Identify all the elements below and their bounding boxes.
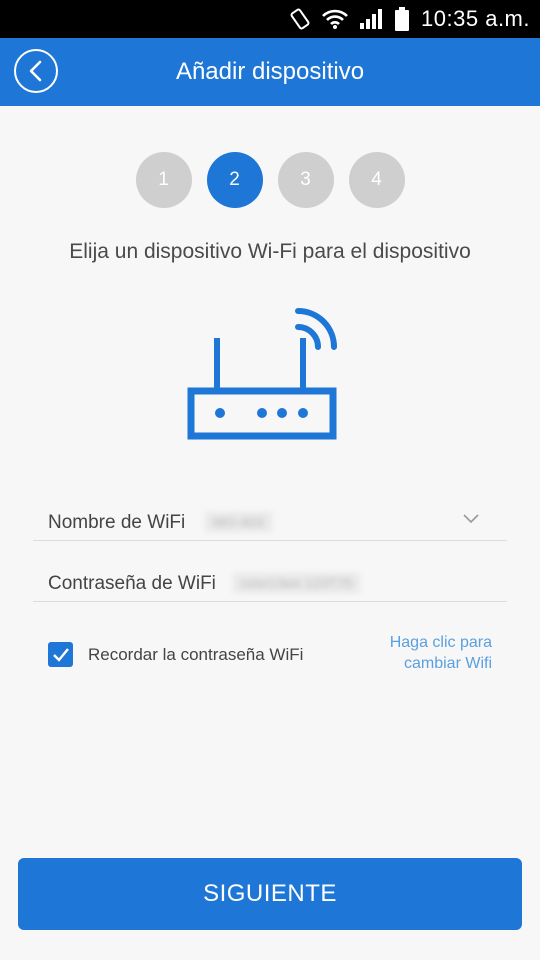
wifi-name-label: Nombre de WiFi bbox=[48, 512, 186, 533]
remember-password-label: Recordar la contraseña WiFi bbox=[88, 645, 304, 664]
status-time: 10:35 a.m. bbox=[421, 6, 530, 31]
status-icons: 10:35 a.m. bbox=[289, 0, 530, 38]
battery-icon bbox=[395, 7, 410, 31]
chevron-down-icon[interactable] bbox=[463, 514, 479, 524]
status-bar: 10:35 a.m. bbox=[0, 0, 540, 38]
wifi-name-value[interactable]: MO-403 bbox=[205, 512, 272, 532]
back-button[interactable] bbox=[14, 49, 58, 93]
wifi-password-label: Contraseña de WiFi bbox=[48, 573, 216, 594]
step-3: 3 bbox=[277, 152, 334, 208]
step-indicator: 1 2 3 4 bbox=[0, 152, 540, 208]
wifi-router-icon bbox=[187, 308, 337, 440]
chevron-left-icon bbox=[29, 60, 42, 82]
remember-password-checkbox[interactable] bbox=[48, 642, 73, 667]
change-wifi-link-line2: cambiar Wifi bbox=[403, 655, 492, 672]
next-button[interactable]: SIGUIENTE bbox=[18, 858, 522, 930]
app-bar: Añadir dispositivo bbox=[0, 38, 540, 106]
wifi-name-field[interactable]: Nombre de WiFi MO-403 bbox=[33, 496, 507, 541]
cellular-signal-icon bbox=[360, 9, 383, 29]
step-4: 4 bbox=[348, 152, 405, 208]
page-title: Añadir dispositivo bbox=[175, 58, 365, 85]
rotation-lock-icon bbox=[290, 8, 310, 30]
wifi-password-value[interactable]: roisr13ws 123T75 bbox=[233, 573, 361, 593]
instruction-text: Elija un dispositivo Wi-Fi para el dispo… bbox=[69, 240, 471, 263]
check-icon bbox=[52, 647, 69, 662]
step-2-active: 2 bbox=[206, 152, 263, 208]
step-1: 1 bbox=[135, 152, 192, 208]
wifi-icon bbox=[322, 9, 348, 29]
wifi-password-field[interactable]: Contraseña de WiFi roisr13ws 123T75 bbox=[33, 557, 507, 602]
change-wifi-link-line1: Haga clic para bbox=[389, 634, 492, 651]
change-wifi-link[interactable]: Haga clic para cambiar Wifi bbox=[390, 632, 492, 674]
